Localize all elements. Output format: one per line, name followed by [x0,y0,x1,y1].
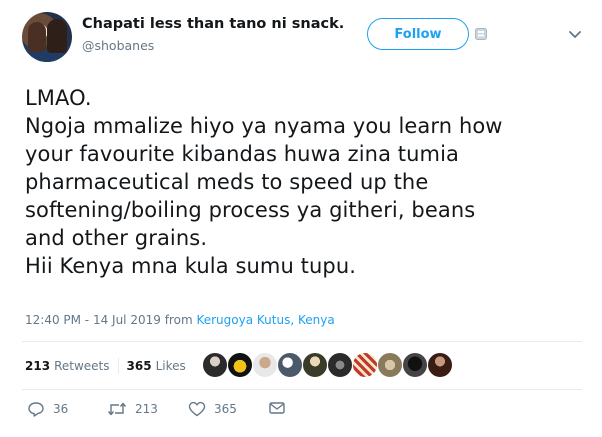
retweet-icon [107,402,127,416]
reply-count: 36 [53,402,69,416]
follow-button[interactable]: Follow [367,18,469,50]
tweet-line: softening/boiling process ya githeri, be… [25,198,476,222]
tweet-metadata: 12:40 PM - 14 Jul 2019 from Kerugoya Kut… [25,313,335,327]
stats-separator [117,358,119,374]
avatar-liker-1[interactable] [202,352,228,378]
retweet-count: 213 [135,402,158,416]
likes-stat[interactable]: 365 Likes [127,359,186,373]
avatar-liker-9[interactable] [402,352,428,378]
chevron-down-icon[interactable] [568,30,582,40]
author-handle[interactable]: @shobanes [82,38,154,53]
from-label: from [164,313,193,327]
tweet-timestamp[interactable]: 12:40 PM - 14 Jul 2019 [25,313,161,327]
envelope-icon [269,402,285,414]
tweet-location[interactable]: Kerugoya Kutus, Kenya [196,313,334,327]
avatar-liker-4[interactable] [277,352,303,378]
tweet-line: LMAO. [25,86,92,110]
engagement-stats: 213 Retweets 365 Likes [25,357,186,375]
avatar-liker-5[interactable] [302,352,328,378]
author-avatar[interactable] [22,12,72,62]
retweets-label: Retweets [54,359,110,373]
like-button[interactable]: 365 [188,401,237,417]
avatar-liker-7[interactable] [352,352,378,378]
retweets-stat[interactable]: 213 Retweets [25,359,110,373]
avatar-liker-10[interactable] [427,352,453,378]
avatar-liker-6[interactable] [327,352,353,378]
avatar-liker-8[interactable] [377,352,403,378]
divider [22,389,582,390]
heart-icon [188,401,206,417]
avatar-liker-3[interactable] [252,352,278,378]
avatar-liker-2[interactable] [227,352,253,378]
tweet-line: Ngoja mmalize hiyo ya nyama you learn ho… [25,114,503,138]
direct-message-button[interactable] [269,401,285,415]
reply-icon [28,402,44,417]
tweet-line: your favourite kibandas huwa zina tumia [25,142,460,166]
tweet-header: Chapati less than tano ni snack. @shoban… [0,0,602,70]
reply-button[interactable]: 36 [27,401,68,417]
tweet-body: LMAO. Ngoja mmalize hiyo ya nyama you le… [25,84,590,280]
like-count: 365 [214,402,237,416]
retweet-button[interactable]: 213 [107,401,158,417]
likes-count: 365 [126,359,152,373]
follow-dropdown-icon[interactable] [475,28,487,40]
likes-label: Likes [155,359,186,373]
tweet-line: Hii Kenya mna kula sumu tupu. [25,254,357,278]
author-display-name[interactable]: Chapati less than tano ni snack. [82,16,344,32]
tweet-line: pharmaceutical meds to speed up the [25,170,429,194]
divider [22,341,582,342]
tweet-line: and other grains. [25,226,208,250]
retweets-count: 213 [25,359,51,373]
tweet-actions: 36 213 365 [25,401,585,421]
